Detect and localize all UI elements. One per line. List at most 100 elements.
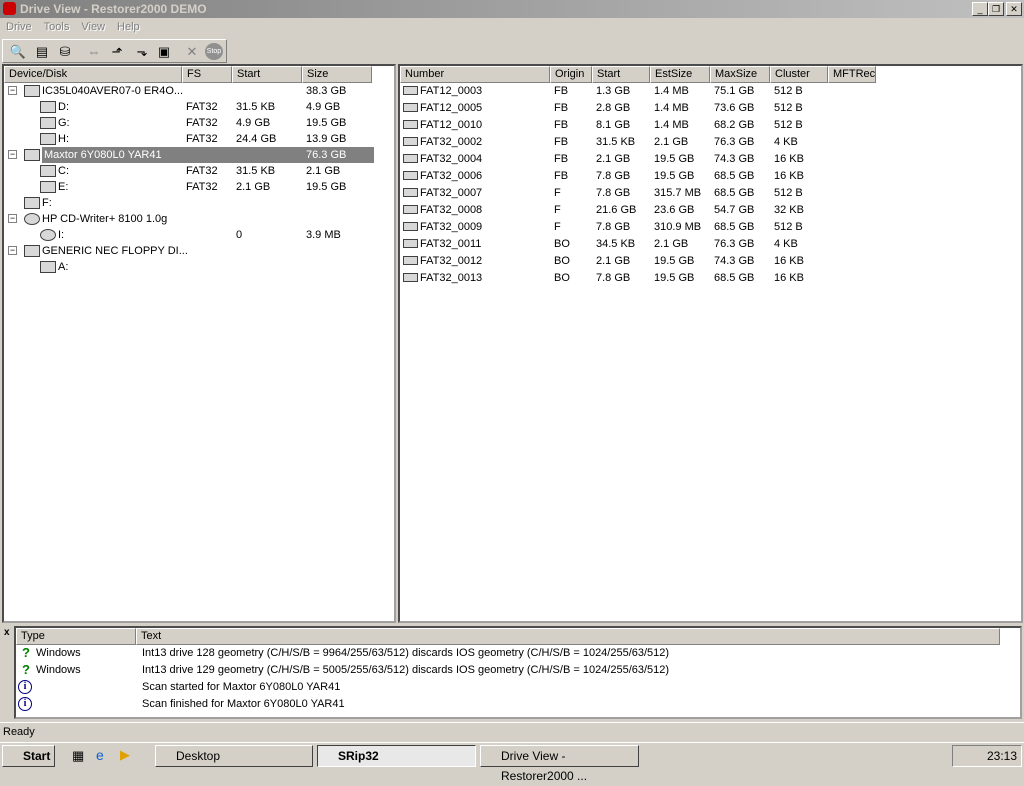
log-row[interactable]: i Scan finished for Maxtor 6Y080L0 YAR41 xyxy=(16,696,1016,712)
expand-toggle-icon[interactable]: − xyxy=(8,214,17,223)
partition-start: 2.8 GB xyxy=(596,102,631,114)
cd-icon xyxy=(24,213,40,225)
column-header-right-5[interactable]: Cluster xyxy=(770,66,828,83)
column-header-log-1[interactable]: Text xyxy=(136,628,1000,645)
scan-region-icon[interactable]: ▤ xyxy=(33,43,51,60)
partition-row[interactable]: FAT32_0002 FB 31.5 KB 2.1 GB 76.3 GB 4 KB xyxy=(400,134,1020,150)
device-fs: FAT32 xyxy=(186,133,218,145)
partition-start: 34.5 KB xyxy=(596,238,636,250)
log-row[interactable]: ? Windows Int13 drive 129 geometry (C/H/S/… xyxy=(16,662,1016,678)
partition-row[interactable]: FAT32_0011 BO 34.5 KB 2.1 GB 76.3 GB 4 KB xyxy=(400,236,1020,252)
tree-item[interactable]: A: xyxy=(4,259,394,275)
column-header-right-2[interactable]: Start xyxy=(592,66,650,83)
task-desktop[interactable]: Desktop xyxy=(155,745,313,767)
find-icon[interactable]: ⛁ xyxy=(56,43,74,60)
column-header-right-3[interactable]: EstSize xyxy=(650,66,710,83)
tree-item[interactable]: C: FAT32 31.5 KB 2.1 GB xyxy=(4,163,394,179)
tree-item[interactable]: − IC35L040AVER07-0 ER4O... 38.3 GB xyxy=(4,83,394,99)
device-name: HP CD-Writer+ 8100 1.0g xyxy=(42,213,168,225)
export-icon[interactable]: ⬏ xyxy=(108,43,126,60)
log-text: Int13 drive 129 geometry (C/H/S/B = 5005… xyxy=(142,664,670,676)
column-header-right-6[interactable]: MFTRec xyxy=(828,66,877,83)
menu-drive[interactable]: Drive xyxy=(0,21,38,33)
column-header-left-1[interactable]: FS xyxy=(182,66,232,83)
floppy-icon xyxy=(24,245,40,257)
column-header-log-0[interactable]: Type xyxy=(16,628,136,645)
column-header-left-3[interactable]: Size xyxy=(302,66,372,83)
close-button[interactable]: ✕ xyxy=(1006,2,1022,16)
partition-icon xyxy=(403,120,418,129)
column-header-right-4[interactable]: MaxSize xyxy=(710,66,770,83)
partition-cluster: 512 B xyxy=(774,119,803,131)
cd-icon xyxy=(40,229,56,241)
tree-item[interactable]: H: FAT32 24.4 GB 13.9 GB xyxy=(4,131,394,147)
partition-list-pane: Number Origin Start EstSize MaxSize Cluster MF… xyxy=(398,64,1023,623)
tree-item[interactable]: E: FAT32 2.1 GB 19.5 GB xyxy=(4,179,394,195)
partition-start: 7.8 GB xyxy=(596,221,631,233)
delete-icon[interactable]: ✕ xyxy=(183,43,201,60)
tree-item[interactable]: − HP CD-Writer+ 8100 1.0g xyxy=(4,211,394,227)
column-header-right-1[interactable]: Origin xyxy=(550,66,592,83)
import-icon[interactable]: ⬎ xyxy=(133,43,151,60)
task-srip32[interactable]: SRip32 xyxy=(317,745,476,767)
swap-icon[interactable]: ⇔ xyxy=(85,43,103,60)
start-button[interactable]: Start xyxy=(2,745,55,767)
column-header-right-0[interactable]: Number xyxy=(400,66,550,83)
partition-estsize: 19.5 GB xyxy=(654,255,695,267)
tree-item[interactable]: − Maxtor 6Y080L0 YAR41 76.3 GB xyxy=(4,147,394,163)
partition-row[interactable]: FAT32_0008 F 21.6 GB 23.6 GB 54.7 GB 32 KB xyxy=(400,202,1020,218)
partition-row[interactable]: FAT12_0005 FB 2.8 GB 1.4 MB 73.6 GB 512 B xyxy=(400,100,1020,116)
log-row[interactable]: i Scan started for Maxtor 6Y080L0 YAR41 xyxy=(16,679,1016,695)
tree-item[interactable]: I: 0 3.9 MB xyxy=(4,227,394,243)
log-row[interactable]: ? Windows Int13 drive 128 geometry (C/H/S/… xyxy=(16,645,1016,661)
tree-item[interactable]: D: FAT32 31.5 KB 4.9 GB xyxy=(4,99,394,115)
partition-estsize: 2.1 GB xyxy=(654,136,689,148)
expand-toggle-icon[interactable]: − xyxy=(8,246,17,255)
title-bar: Drive View - Restorer2000 DEMO xyxy=(0,0,1024,18)
menu-bar: Drive Tools View Help xyxy=(0,18,1024,37)
partition-row[interactable]: FAT32_0004 FB 2.1 GB 19.5 GB 74.3 GB 16 KB xyxy=(400,151,1020,167)
tree-item[interactable]: − GENERIC NEC FLOPPY DI... xyxy=(4,243,394,259)
partition-origin: FB xyxy=(554,102,569,114)
partition-estsize: 2.1 GB xyxy=(654,238,689,250)
hdd-icon xyxy=(40,101,56,113)
minimize-button[interactable]: _ xyxy=(972,2,988,16)
quicklaunch-ie-icon[interactable]: e xyxy=(96,747,104,763)
partition-row[interactable]: FAT12_0010 FB 8.1 GB 1.4 MB 68.2 GB 512 B xyxy=(400,117,1020,133)
partition-row[interactable]: FAT32_0012 BO 2.1 GB 19.5 GB 74.3 GB 16 KB xyxy=(400,253,1020,269)
partition-row[interactable]: FAT32_0006 FB 7.8 GB 19.5 GB 68.5 GB 16 KB xyxy=(400,168,1020,184)
properties-icon[interactable]: ▣ xyxy=(155,43,173,60)
scan-icon[interactable]: 🔍 xyxy=(9,43,27,60)
partition-number: FAT32_0002 xyxy=(420,136,483,148)
partition-cluster: 32 KB xyxy=(774,204,804,216)
partition-icon xyxy=(403,273,418,282)
maximize-button[interactable]: ❐ xyxy=(988,2,1004,16)
partition-maxsize: 68.5 GB xyxy=(714,272,755,284)
menu-view[interactable]: View xyxy=(75,21,111,33)
expand-toggle-icon[interactable]: − xyxy=(8,150,17,159)
device-name: H: xyxy=(58,133,69,145)
tree-item[interactable]: G: FAT32 4.9 GB 19.5 GB xyxy=(4,115,394,131)
column-header-left-2[interactable]: Start xyxy=(232,66,302,83)
column-header-left-0[interactable]: Device/Disk xyxy=(4,66,182,83)
partition-row[interactable]: FAT12_0003 FB 1.3 GB 1.4 MB 75.1 GB 512 B xyxy=(400,83,1020,99)
quicklaunch-desktop-icon[interactable]: ▦ xyxy=(72,748,84,764)
hdd-icon xyxy=(40,181,56,193)
close-log-icon[interactable]: x xyxy=(4,627,10,638)
partition-row[interactable]: FAT32_0009 F 7.8 GB 310.9 MB 68.5 GB 512 B xyxy=(400,219,1020,235)
menu-help[interactable]: Help xyxy=(111,21,146,33)
partition-origin: BO xyxy=(554,272,570,284)
partition-start: 8.1 GB xyxy=(596,119,631,131)
menu-tools[interactable]: Tools xyxy=(38,21,76,33)
partition-row[interactable]: FAT32_0013 BO 7.8 GB 19.5 GB 68.5 GB 16 KB xyxy=(400,270,1020,286)
partition-icon xyxy=(403,222,418,231)
quicklaunch-media-icon[interactable]: ▶ xyxy=(120,747,130,763)
app-icon xyxy=(3,2,16,15)
task-drive-view[interactable]: Drive View - Restorer2000 ... xyxy=(480,745,639,783)
partition-row[interactable]: FAT32_0007 F 7.8 GB 315.7 MB 68.5 GB 512 B xyxy=(400,185,1020,201)
partition-cluster: 16 KB xyxy=(774,255,804,267)
expand-toggle-icon[interactable]: − xyxy=(8,86,17,95)
tree-item[interactable]: F: xyxy=(4,195,394,211)
stop-icon[interactable]: Stop xyxy=(205,43,223,60)
partition-cluster: 16 KB xyxy=(774,170,804,182)
